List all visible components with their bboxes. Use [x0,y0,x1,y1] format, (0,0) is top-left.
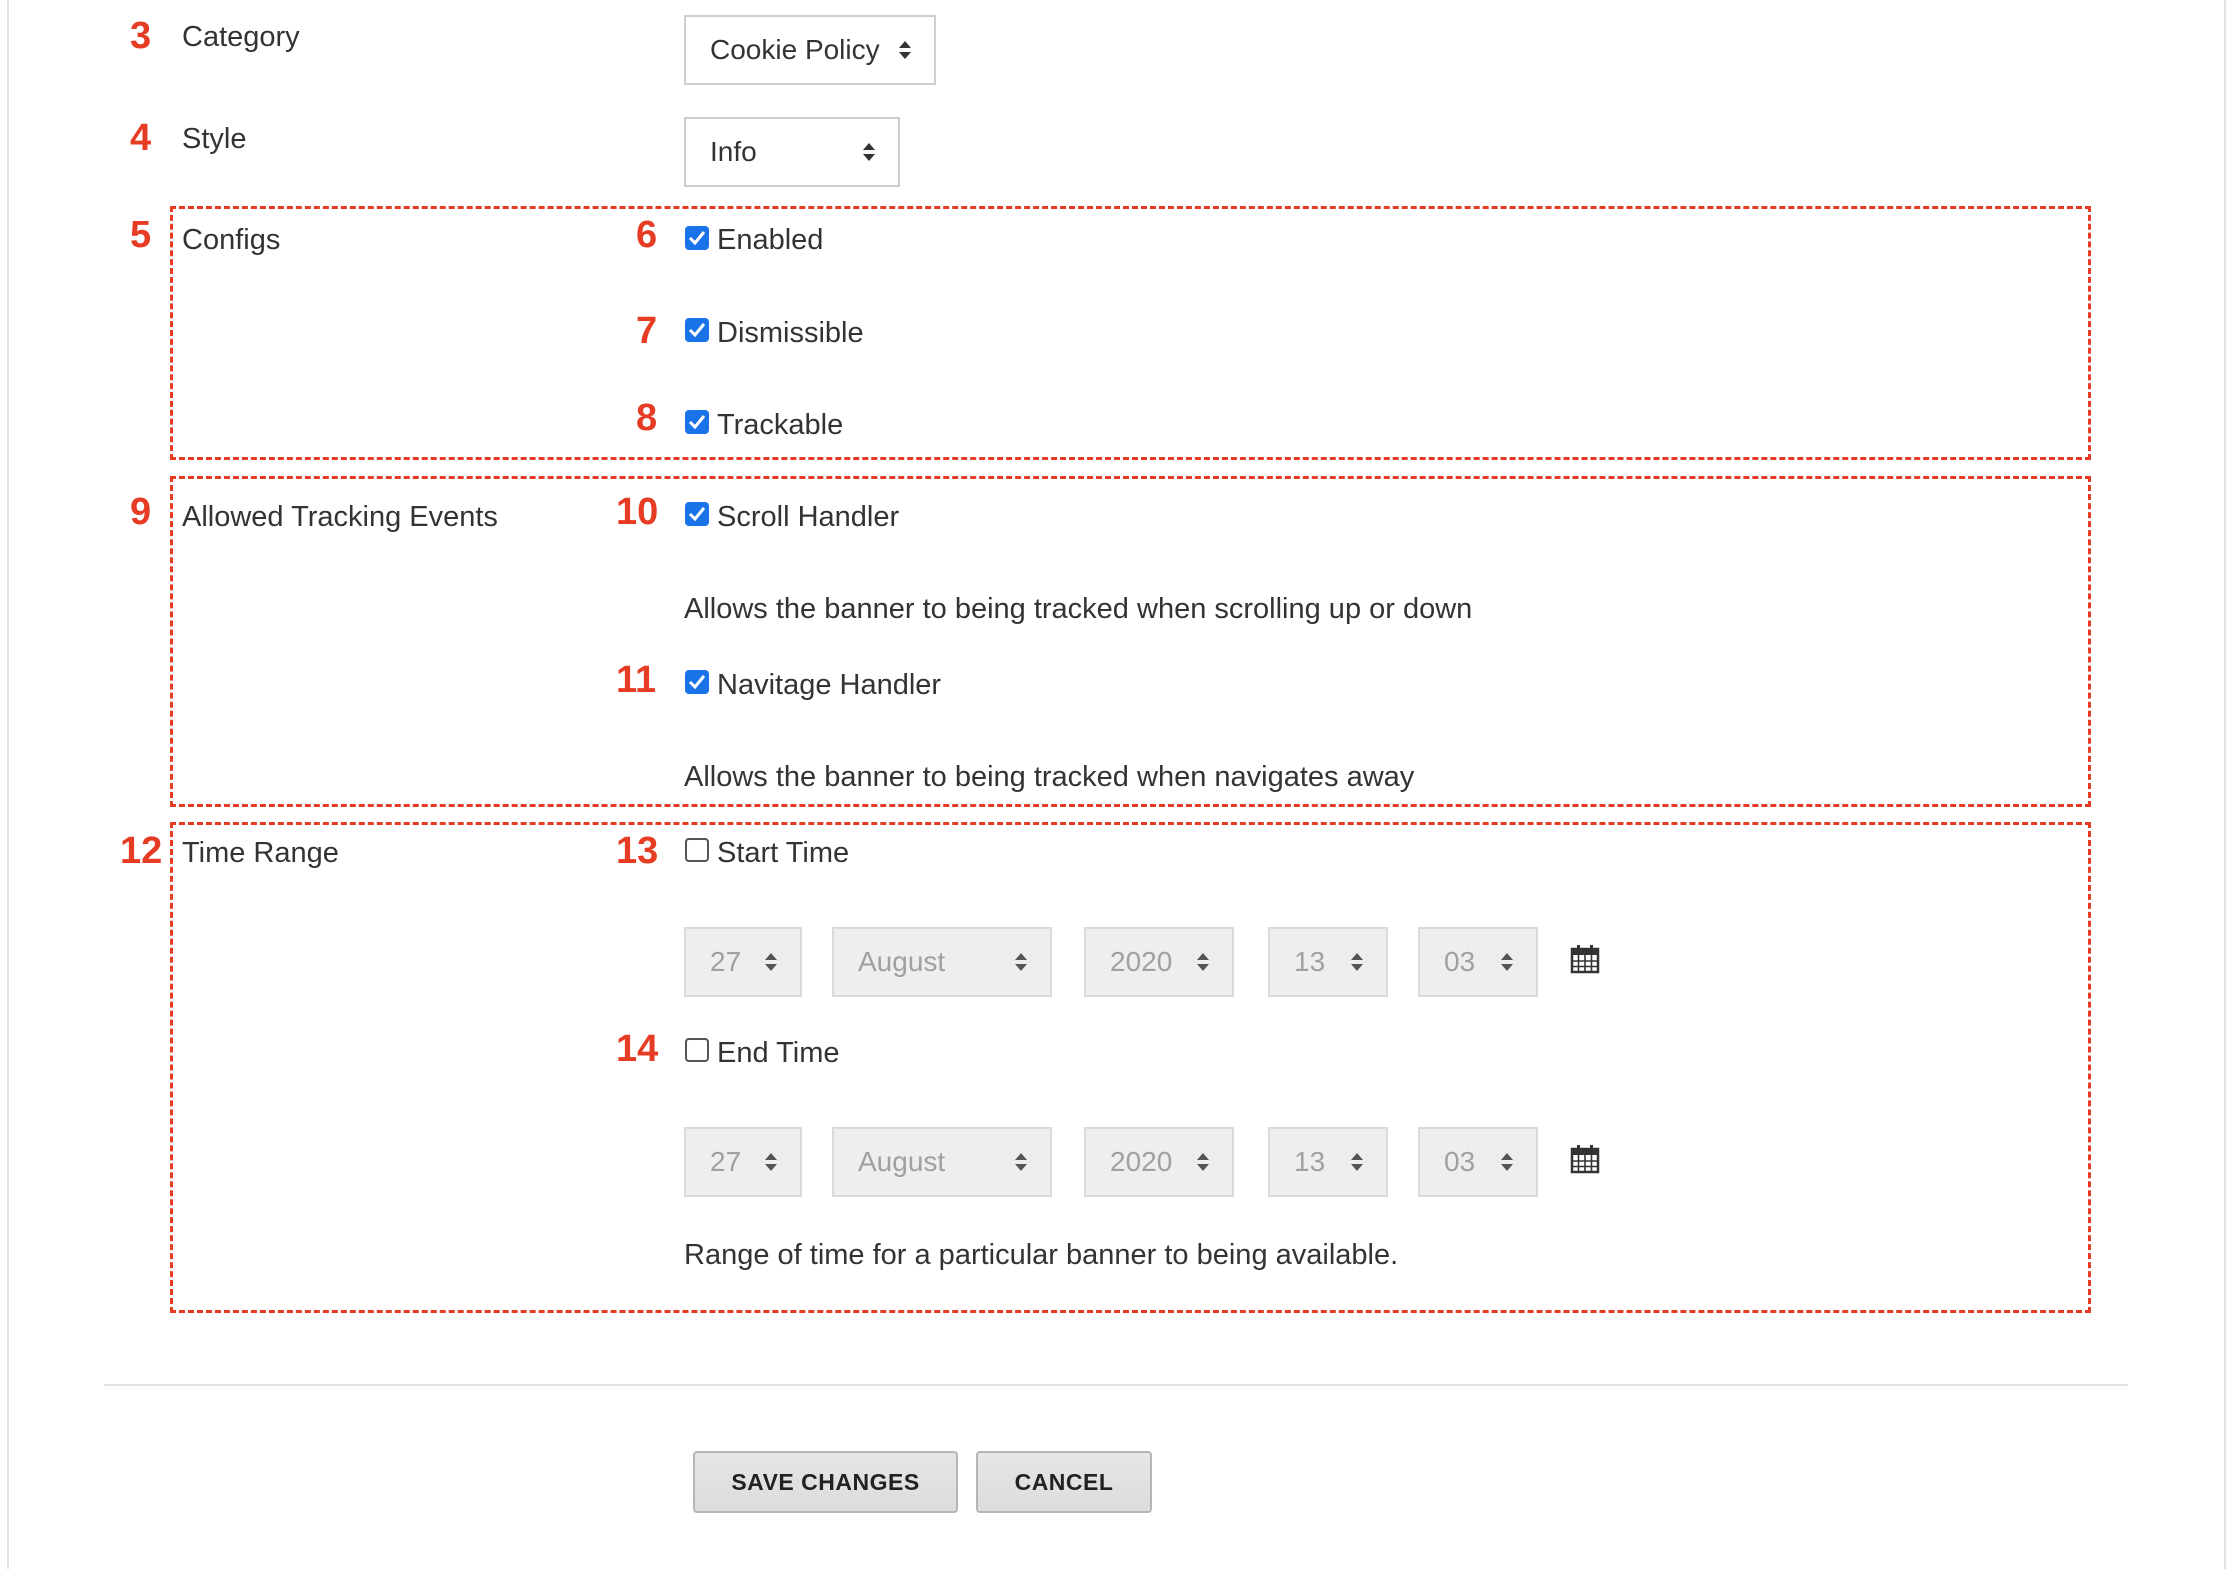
start-year-value: 2020 [1110,946,1173,977]
start-minute-select[interactable]: 03 [1418,927,1538,997]
sort-arrows-icon [1196,1151,1210,1173]
end-year-select[interactable]: 2020 [1084,1127,1234,1197]
calendar-icon[interactable] [1570,1144,1600,1174]
scroll-handler-label: Scroll Handler [717,501,900,533]
start-day-select[interactable]: 27 [684,927,802,997]
annotation-number: 10 [616,491,659,533]
navitage-handler-checkbox[interactable] [685,670,709,694]
annotation-number: 5 [130,214,152,256]
annotation-number: 6 [636,214,658,256]
start-month-value: August [858,946,946,977]
configs-annotation-box [170,206,2091,460]
end-month-value: August [858,1146,946,1177]
end-day-select[interactable]: 27 [684,1127,802,1197]
sort-arrows-icon [1014,1151,1028,1173]
tracking-label: Allowed Tracking Events [182,501,498,533]
sort-arrows-icon [764,1151,778,1173]
end-time-label: End Time [717,1037,840,1069]
form-divider [104,1384,2128,1386]
annotation-number: 3 [130,15,152,57]
cancel-button[interactable]: CANCEL [976,1451,1152,1513]
annotation-number: 4 [130,117,152,159]
annotation-number: 12 [120,830,163,872]
dismissible-checkbox[interactable] [685,318,709,342]
style-select-value: Info [710,136,757,167]
sort-arrows-icon [1350,951,1364,973]
end-minute-select[interactable]: 03 [1418,1127,1538,1197]
dismissible-label: Dismissible [717,317,864,349]
sort-arrows-icon [764,951,778,973]
annotation-number: 7 [636,310,658,352]
annotation-number: 8 [636,397,658,439]
scroll-handler-help: Allows the banner to being tracked when … [684,593,1473,625]
trackable-label: Trackable [717,409,844,441]
navitage-handler-help: Allows the banner to being tracked when … [684,761,1415,793]
start-day-value: 27 [710,946,742,977]
end-hour-select[interactable]: 13 [1268,1127,1388,1197]
start-minute-value: 03 [1444,946,1476,977]
page-left-border [7,0,9,1569]
end-day-value: 27 [710,1146,742,1177]
category-select-value: Cookie Policy [710,34,880,65]
scroll-handler-checkbox[interactable] [685,502,709,526]
trackable-checkbox[interactable] [685,410,709,434]
start-year-select[interactable]: 2020 [1084,927,1234,997]
enabled-checkbox[interactable] [685,226,709,250]
sort-arrows-icon [862,141,876,163]
start-month-select[interactable]: August [832,927,1052,997]
save-changes-button[interactable]: SAVE CHANGES [693,1451,958,1513]
time-range-help: Range of time for a particular banner to… [684,1239,1399,1271]
end-minute-value: 03 [1444,1146,1476,1177]
enabled-label: Enabled [717,224,824,256]
sort-arrows-icon [898,39,912,61]
sort-arrows-icon [1500,951,1514,973]
sort-arrows-icon [1196,951,1210,973]
style-select[interactable]: Info [684,117,900,187]
start-time-label: Start Time [717,837,850,869]
end-month-select[interactable]: August [832,1127,1052,1197]
sort-arrows-icon [1014,951,1028,973]
category-label: Category [182,21,300,53]
annotation-number: 13 [616,830,659,872]
annotation-number: 14 [616,1028,659,1070]
calendar-icon[interactable] [1570,944,1600,974]
start-hour-select[interactable]: 13 [1268,927,1388,997]
start-time-checkbox[interactable] [685,838,709,862]
start-hour-value: 13 [1294,946,1326,977]
end-hour-value: 13 [1294,1146,1326,1177]
annotation-number: 11 [616,659,657,701]
sort-arrows-icon [1350,1151,1364,1173]
end-year-value: 2020 [1110,1146,1173,1177]
page-right-border [2224,0,2226,1569]
sort-arrows-icon [1500,1151,1514,1173]
style-label: Style [182,123,247,155]
time-range-label: Time Range [182,837,339,869]
annotation-number: 9 [130,491,152,533]
category-select[interactable]: Cookie Policy [684,15,936,85]
end-time-checkbox[interactable] [685,1038,709,1062]
navitage-handler-label: Navitage Handler [717,669,942,701]
configs-label: Configs [182,224,281,256]
